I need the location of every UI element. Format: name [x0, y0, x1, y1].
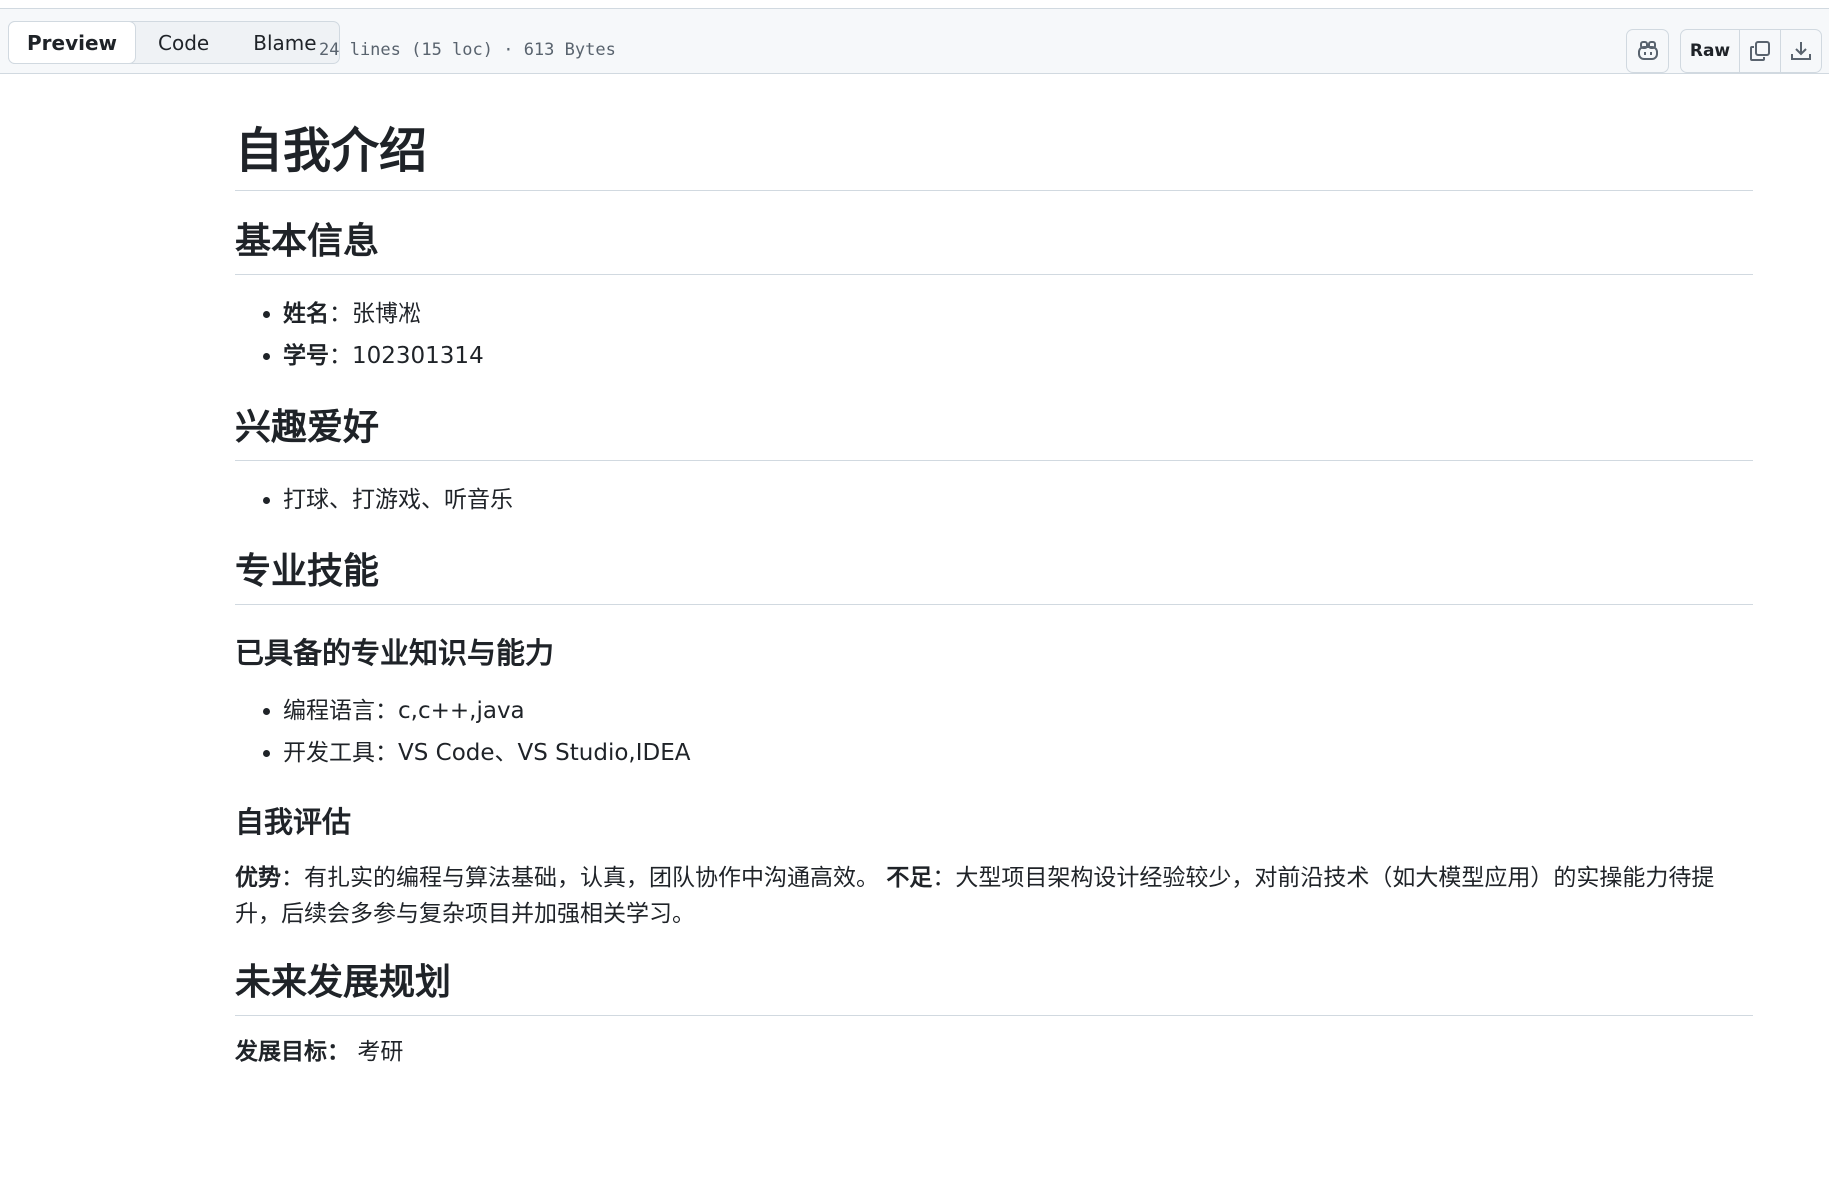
name-label: 姓名: [283, 301, 329, 328]
basic-info-list: 姓名：张博凇 学号：102301314: [235, 293, 1753, 377]
list-item: 开发工具：VS Code、VS Studio,IDEA: [283, 732, 1753, 774]
subheading-self-eval: 自我评估: [235, 805, 352, 840]
skills-list: 编程语言：c,c++,java 开发工具：VS Code、VS Studio,I…: [235, 690, 1753, 774]
goal-value: 考研: [357, 1038, 404, 1065]
id-label: 学号: [283, 343, 329, 370]
section-heading-basic: 基本信息: [235, 219, 1753, 276]
name-value: ：张博凇: [329, 301, 421, 328]
doc-title: 自我介绍: [235, 120, 1753, 192]
weakness-label: 不足: [886, 865, 933, 892]
download-raw-button[interactable]: [1780, 30, 1821, 72]
copilot-icon: [1637, 41, 1658, 60]
download-icon: [1791, 42, 1811, 60]
copilot-button[interactable]: [1626, 29, 1669, 73]
tab-preview[interactable]: Preview: [8, 21, 137, 64]
section-heading-future: 未来发展规划: [235, 960, 1753, 1016]
section-heading-hobby: 兴趣爱好: [235, 405, 1753, 461]
goal-label: 发展目标：: [235, 1038, 350, 1065]
raw-button[interactable]: Raw: [1681, 30, 1739, 72]
subheading-knowledge: 已具备的专业知识与能力: [235, 635, 555, 670]
goal-paragraph: 发展目标： 考研: [235, 1034, 1753, 1070]
file-meta: 24 lines (15 loc) · 613 Bytes: [319, 40, 616, 60]
file-toolbar: Preview Code Blame 24 lines (15 loc) · 6…: [0, 8, 1829, 74]
tab-code[interactable]: Code: [136, 22, 231, 63]
hobby-list: 打球、打游戏、听音乐: [235, 479, 1753, 521]
section-heading-skills: 专业技能: [235, 549, 1753, 605]
list-item: 打球、打游戏、听音乐: [283, 479, 1753, 521]
file-actions-group: Raw: [1680, 29, 1822, 73]
self-eval-paragraph: 优势：有扎实的编程与算法基础，认真，团队协作中沟通高效。 不足：大型项目架构设计…: [235, 860, 1753, 932]
id-value: ：102301314: [329, 343, 484, 370]
view-mode-segmented-control: Preview Code Blame: [8, 21, 340, 64]
list-item: 编程语言：c,c++,java: [283, 690, 1753, 732]
list-item: 姓名：张博凇: [283, 293, 1753, 335]
advantage-text: ：有扎实的编程与算法基础，认真，团队协作中沟通高效。: [281, 865, 879, 892]
markdown-body: 自我介绍 基本信息 姓名：张博凇 学号：102301314 兴趣爱好 打球、打游…: [235, 120, 1753, 1070]
list-item: 学号：102301314: [283, 335, 1753, 377]
copy-icon: [1750, 41, 1770, 61]
copy-raw-button[interactable]: [1739, 30, 1780, 72]
advantage-label: 优势: [235, 865, 281, 892]
